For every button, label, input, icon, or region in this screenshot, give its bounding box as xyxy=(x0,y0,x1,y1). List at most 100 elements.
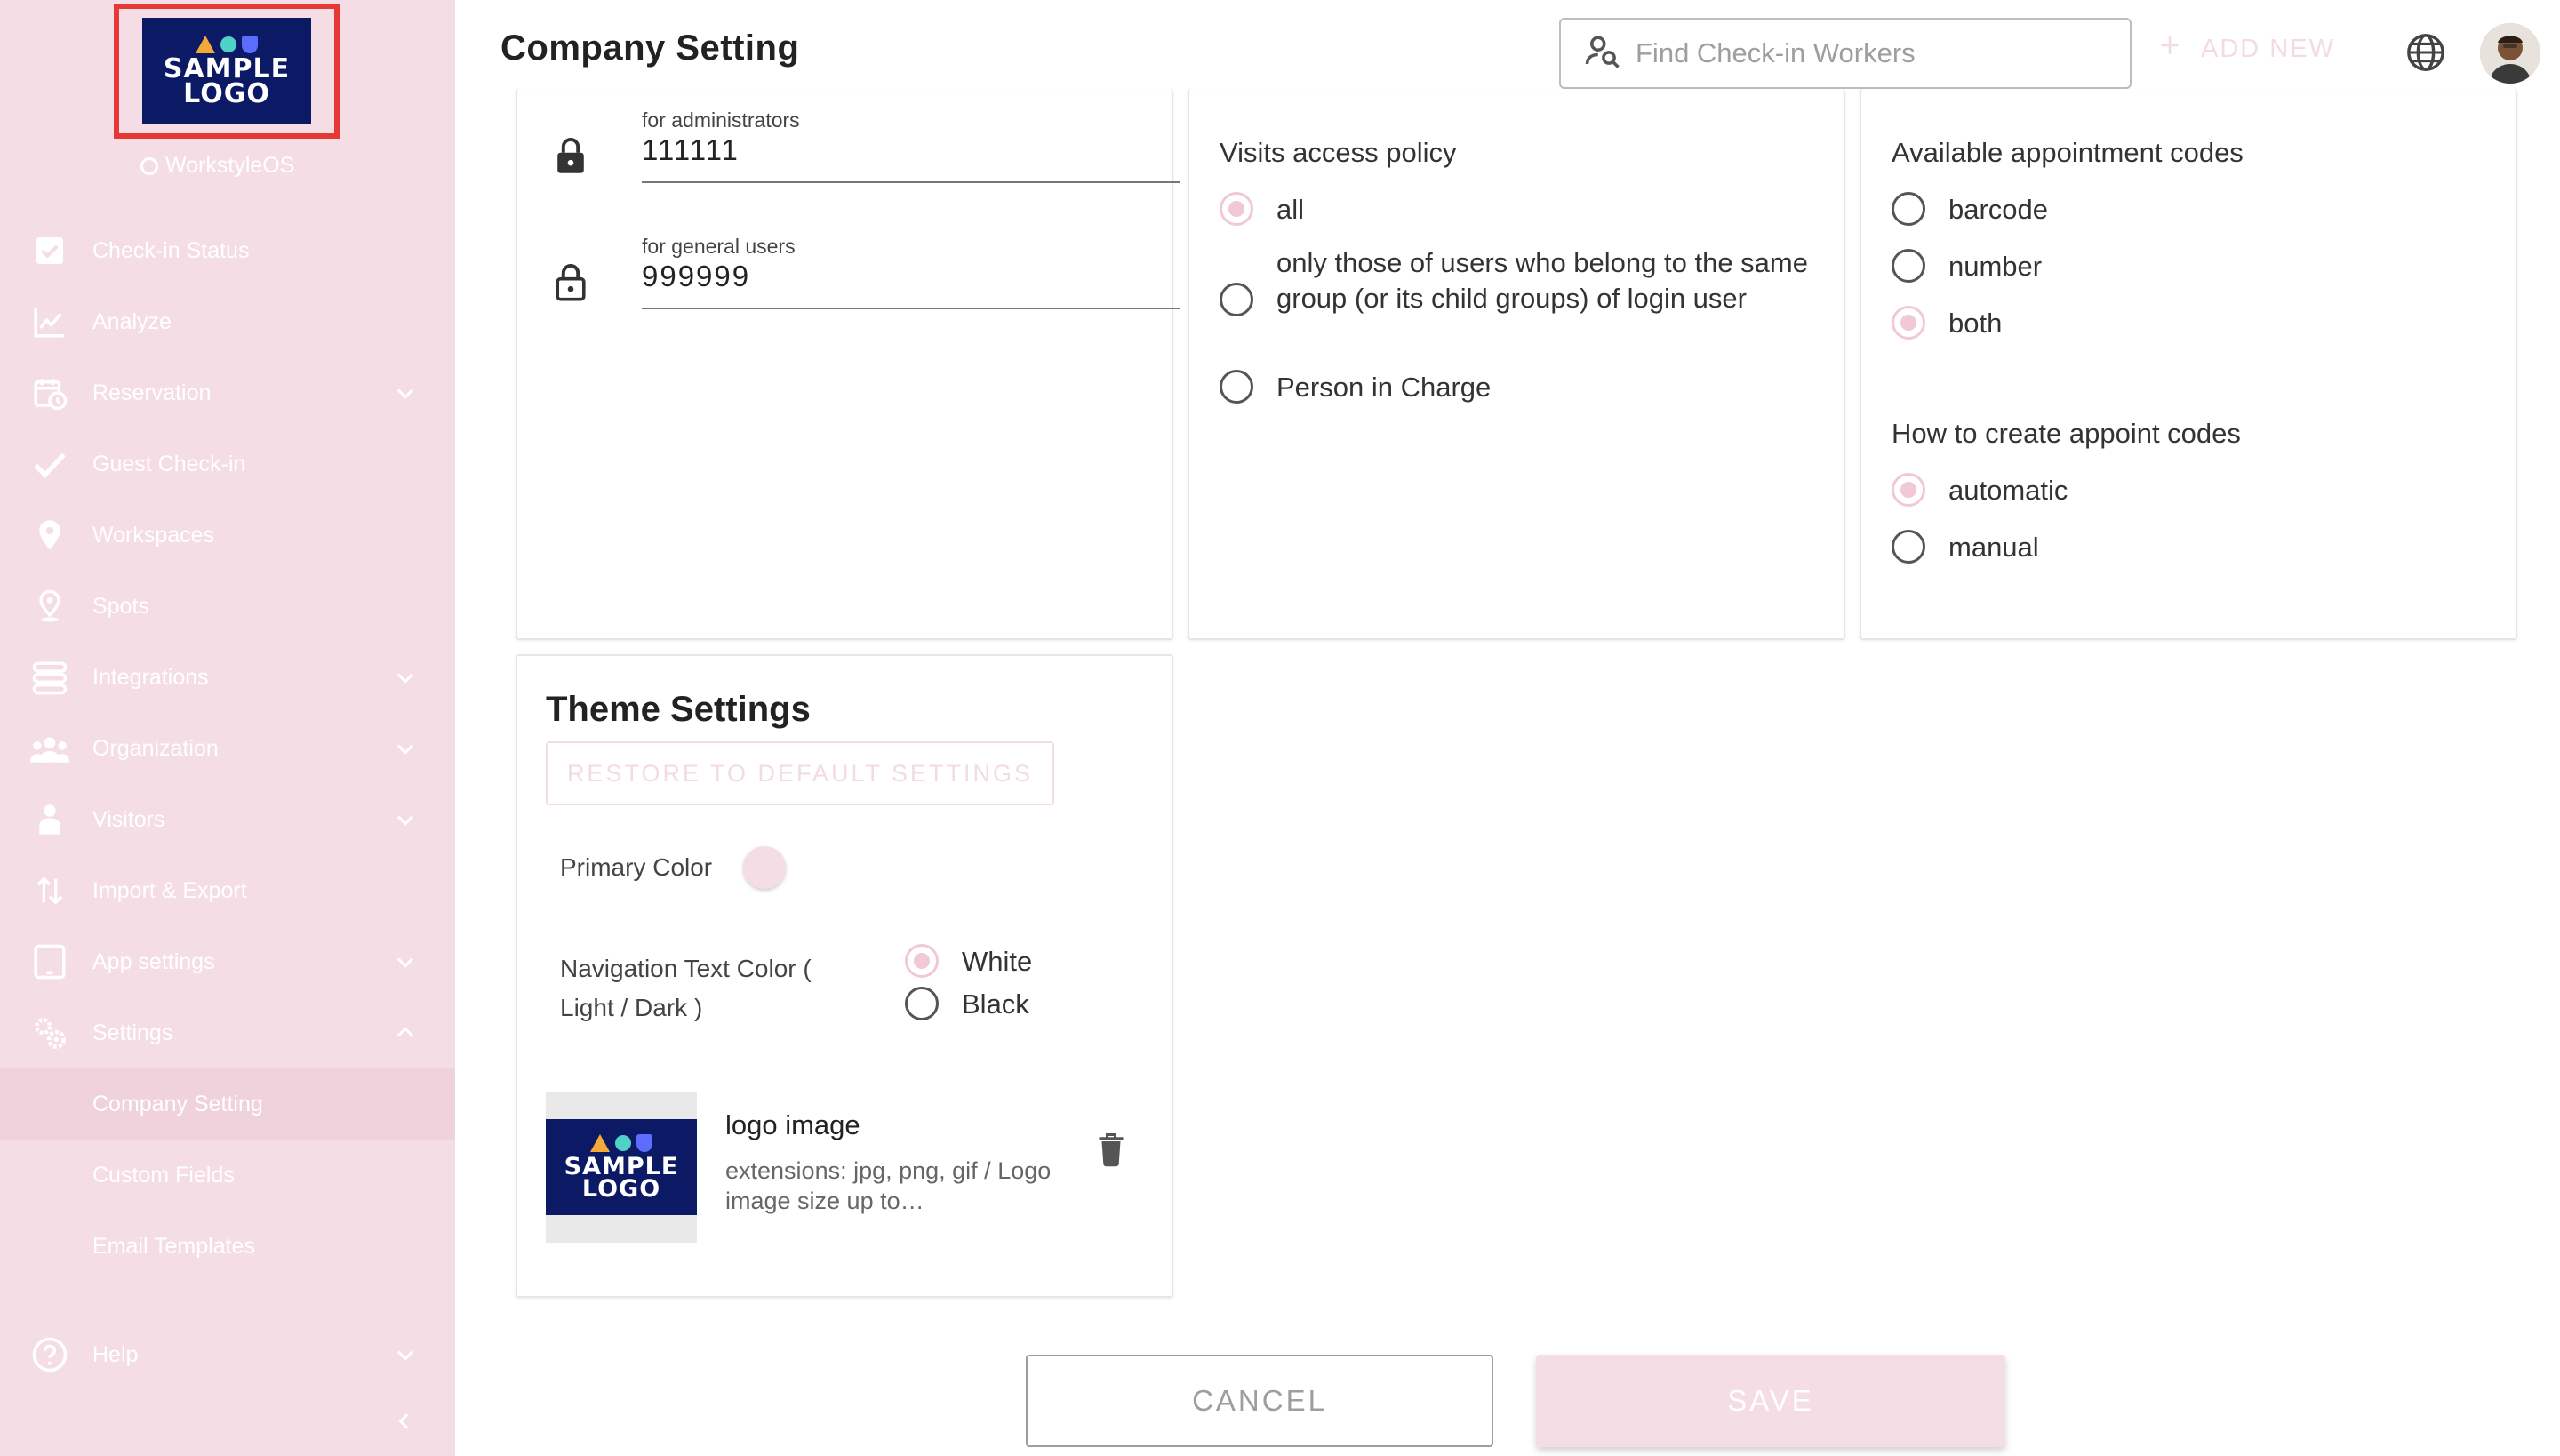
collapse-sidebar-button[interactable] xyxy=(393,1410,416,1437)
checkbox-icon xyxy=(30,231,69,270)
avatar[interactable] xyxy=(2480,23,2540,84)
visits-policy-option-all[interactable]: all xyxy=(1220,192,1304,228)
logo-text: SAMPLE LOGO xyxy=(163,53,291,109)
brand-ring-icon xyxy=(140,156,158,175)
add-new-button[interactable]: ADD NEW xyxy=(2158,34,2335,64)
sidebar-item-help[interactable]: Help xyxy=(0,1319,455,1390)
theme-settings-card: Theme Settings RESTORE TO DEFAULT SETTIN… xyxy=(516,654,1173,1298)
chevron-down-icon xyxy=(393,736,418,767)
nav-text-option-white[interactable]: White xyxy=(905,944,1032,980)
sidebar-item-reservation[interactable]: Reservation xyxy=(0,357,455,428)
sidebar-item-label: Analyze xyxy=(92,308,172,334)
radio-label: both xyxy=(1948,308,2003,339)
sidebar-item-label: Organization xyxy=(92,735,219,761)
sidebar-item-label: Settings xyxy=(92,1020,173,1045)
sidebar-subitem-custom-fields[interactable]: Custom Fields xyxy=(0,1140,455,1211)
appointment-codes-card: Available appointment codes barcode numb… xyxy=(1860,89,2517,640)
radio-label: number xyxy=(1948,251,2043,282)
radio-checked-icon[interactable] xyxy=(905,944,939,978)
radio-label: only those of users who belong to the sa… xyxy=(1276,247,1808,314)
company-logo-highlight[interactable]: SAMPLE LOGO xyxy=(114,4,340,139)
general-password-value[interactable]: 999999 xyxy=(642,260,1180,309)
appointment-code-option-barcode[interactable]: barcode xyxy=(1892,192,2048,228)
radio-unchecked-icon[interactable] xyxy=(1220,283,1253,316)
appointment-codes-label: Available appointment codes xyxy=(1892,137,2244,168)
sidebar-item-visitors[interactable]: Visitors xyxy=(0,784,455,855)
sidebar-item-label: Guest Check-in xyxy=(92,451,246,476)
sidebar-subitem-email-templates[interactable]: Email Templates xyxy=(0,1211,455,1282)
sidebar-subitem-label: Email Templates xyxy=(92,1233,255,1259)
radio-checked-icon[interactable] xyxy=(1892,306,1925,340)
calendar-clock-icon xyxy=(30,373,69,412)
radio-unchecked-icon[interactable] xyxy=(905,987,939,1020)
sidebar-item-organization[interactable]: Organization xyxy=(0,713,455,784)
search-box[interactable] xyxy=(1559,18,2132,89)
company-logo: SAMPLE LOGO xyxy=(546,1119,697,1215)
radio-unchecked-icon[interactable] xyxy=(1892,192,1925,226)
gears-icon xyxy=(30,1013,69,1052)
visits-policy-card: Visits access policy all only those of u… xyxy=(1188,89,1845,640)
logo-image-title: logo image xyxy=(725,1109,860,1140)
sidebar-item-app-settings[interactable]: App settings xyxy=(0,926,455,997)
visits-policy-option-group[interactable]: only those of users who belong to the sa… xyxy=(1220,245,1824,316)
plus-icon xyxy=(2158,34,2181,64)
help-circle-icon xyxy=(30,1335,69,1374)
cancel-button[interactable]: CANCEL xyxy=(1026,1355,1493,1447)
sidebar-item-guest-check-in[interactable]: Guest Check-in xyxy=(0,428,455,500)
primary-color-swatch[interactable] xyxy=(743,846,786,889)
chart-line-icon xyxy=(30,302,69,341)
product-brand: WorkstyleOS xyxy=(140,153,294,179)
sidebar-item-workspaces[interactable]: Workspaces xyxy=(0,500,455,571)
create-codes-option-automatic[interactable]: automatic xyxy=(1892,473,2068,508)
radio-label: all xyxy=(1276,194,1305,225)
radio-label: manual xyxy=(1948,532,2039,563)
radio-label: White xyxy=(962,946,1033,977)
save-button[interactable]: SAVE xyxy=(1536,1355,2005,1447)
sidebar-item-settings[interactable]: Settings xyxy=(0,997,455,1068)
visitor-icon xyxy=(30,800,69,839)
people-icon xyxy=(30,729,69,768)
sidebar-item-label: Import & Export xyxy=(92,877,247,903)
sidebar-item-label: Visitors xyxy=(92,806,165,832)
sidebar-help-area: Help xyxy=(0,1319,455,1390)
radio-label: barcode xyxy=(1948,194,2049,225)
sidebar-item-label: Workspaces xyxy=(92,522,215,548)
sidebar-item-label: Spots xyxy=(92,593,149,619)
radio-unchecked-icon[interactable] xyxy=(1892,249,1925,283)
logo-text: SAMPLE LOGO xyxy=(564,1153,679,1203)
check-icon xyxy=(30,444,69,484)
import-export-icon xyxy=(30,871,69,910)
visits-policy-option-person-in-charge[interactable]: Person in Charge xyxy=(1220,370,1491,405)
create-codes-option-manual[interactable]: manual xyxy=(1892,530,2039,565)
admin-password-label: for administrators xyxy=(642,108,800,132)
create-codes-label: How to create appoint codes xyxy=(1892,418,2241,449)
nav-text-color-label: Navigation Text Color ( Light / Dark ) xyxy=(560,955,812,1021)
globe-icon[interactable] xyxy=(2405,32,2446,77)
sidebar-subitem-label: Custom Fields xyxy=(92,1162,235,1188)
logo-image-preview: SAMPLE LOGO xyxy=(546,1092,697,1243)
sidebar-subitem-company-setting[interactable]: Company Setting xyxy=(0,1068,455,1140)
location-pin-icon xyxy=(30,516,69,555)
radio-checked-icon[interactable] xyxy=(1892,473,1925,507)
sidebar-item-check-in-status[interactable]: Check-in Status xyxy=(0,215,455,286)
sidebar-item-label: Check-in Status xyxy=(92,237,250,263)
radio-checked-icon[interactable] xyxy=(1220,192,1253,226)
sidebar-nav: Check-in Status Analyze Reservation Gues… xyxy=(0,215,455,1282)
sidebar-item-spots[interactable]: Spots xyxy=(0,571,455,642)
visits-policy-label: Visits access policy xyxy=(1220,137,1457,168)
general-password-label: for general users xyxy=(642,235,796,258)
appointment-code-option-both[interactable]: both xyxy=(1892,306,2002,341)
radio-unchecked-icon[interactable] xyxy=(1220,370,1253,404)
restore-defaults-button[interactable]: RESTORE TO DEFAULT SETTINGS xyxy=(546,741,1054,805)
nav-text-option-black[interactable]: Black xyxy=(905,987,1029,1022)
chevron-down-icon xyxy=(393,949,418,980)
appointment-code-option-number[interactable]: number xyxy=(1892,249,2042,284)
trash-icon[interactable] xyxy=(1095,1131,1127,1172)
sidebar-item-analyze[interactable]: Analyze xyxy=(0,286,455,357)
logo-shapes-icon xyxy=(196,36,258,53)
admin-password-value[interactable]: 111111 xyxy=(642,133,1180,183)
search-input[interactable] xyxy=(1636,37,2116,69)
sidebar-item-integrations[interactable]: Integrations xyxy=(0,642,455,713)
sidebar-item-import-export[interactable]: Import & Export xyxy=(0,855,455,926)
radio-unchecked-icon[interactable] xyxy=(1892,530,1925,564)
